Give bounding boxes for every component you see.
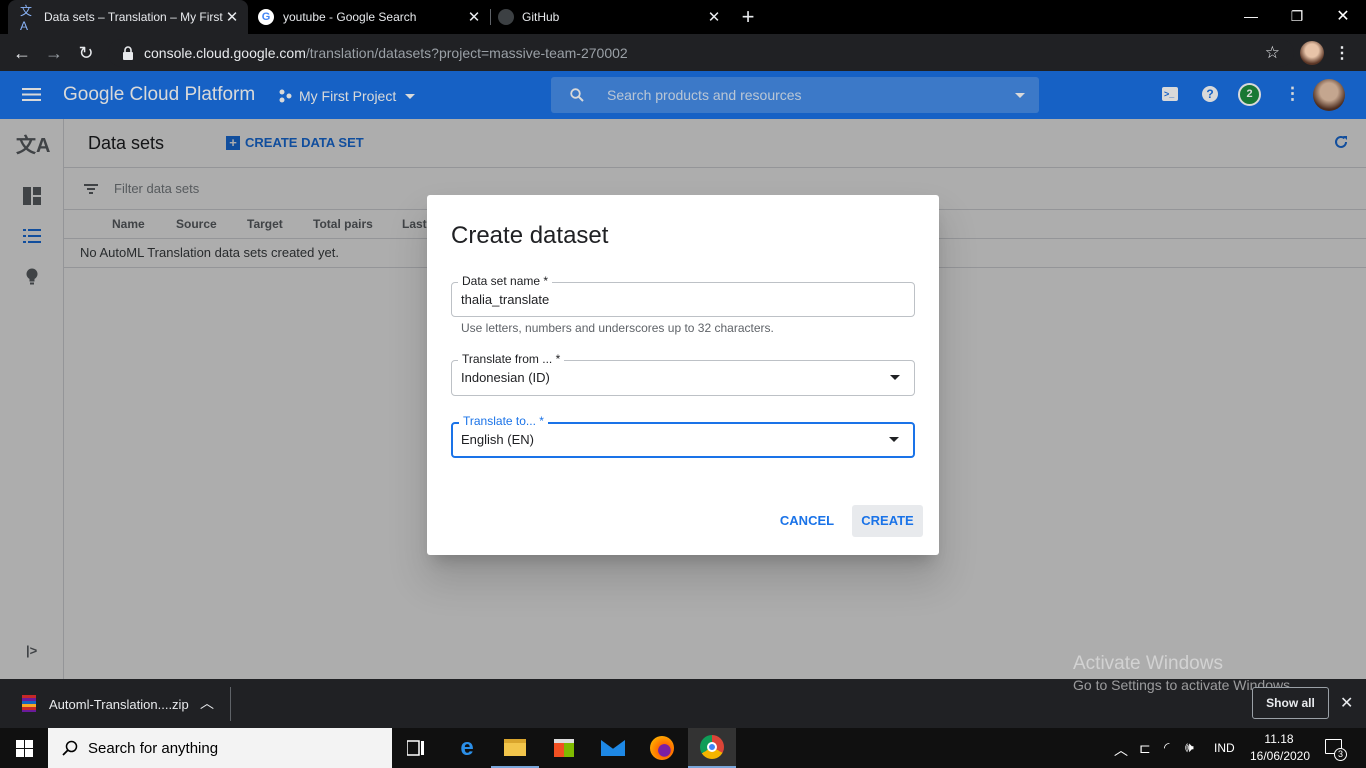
tab-youtube-search[interactable]: G youtube - Google Search ✕ [250, 0, 490, 34]
forward-arrow-icon[interactable]: → [41, 40, 67, 66]
browser-menu-icon[interactable]: ⋮ [1334, 43, 1350, 63]
restore-icon[interactable]: ❐ [1274, 0, 1320, 32]
tab-data-sets[interactable]: 文A Data sets – Translation – My First ✕ [8, 0, 248, 34]
dropdown-arrow-icon [890, 375, 900, 380]
windows-start-icon[interactable] [16, 740, 33, 757]
lock-icon [123, 46, 133, 60]
github-favicon-icon [498, 9, 514, 25]
network-icon[interactable]: ⊏ [1139, 740, 1151, 757]
translate-to-value: English (EN) [461, 432, 534, 447]
tab-title: GitHub [522, 10, 560, 24]
file-explorer-icon[interactable] [491, 728, 539, 768]
reload-icon[interactable]: ↻ [73, 40, 99, 66]
tab-title: Data sets – Translation – My First [44, 10, 223, 24]
close-tab-icon[interactable]: ✕ [466, 8, 482, 26]
activate-windows-title: Activate Windows [1073, 653, 1223, 674]
translate-to-label: Translate to... * [459, 414, 548, 428]
create-dataset-dialog: Create dataset Data set name * thalia_tr… [427, 195, 939, 555]
show-all-button[interactable]: Show all [1252, 687, 1329, 719]
mail-icon[interactable] [589, 728, 637, 768]
downloads-bar: Automl-Translation....zip ︿ Activate Win… [0, 653, 1366, 728]
translate-from-select[interactable]: Translate from ... * Indonesian (ID) [451, 352, 915, 396]
profile-avatar[interactable] [1300, 41, 1324, 65]
dataset-name-label: Data set name * [458, 274, 553, 288]
tab-divider [490, 9, 491, 25]
new-tab-icon[interactable]: + [736, 4, 760, 29]
taskbar-search-input[interactable]: Search for anything [88, 740, 218, 757]
close-downloads-icon[interactable]: ✕ [1340, 693, 1353, 713]
store-icon[interactable] [540, 728, 588, 768]
windows-taskbar: Search for anything e ︿ ⊏ ◜ 🕪 IND 11.18 … [0, 728, 1366, 768]
clock-time[interactable]: 11.18 [1250, 732, 1308, 746]
divider [230, 687, 231, 721]
dialog-title: Create dataset [451, 222, 609, 249]
dataset-name-hint: Use letters, numbers and underscores up … [461, 321, 774, 335]
show-hidden-icons-icon[interactable]: ︿ [1114, 740, 1128, 760]
browser-tab-strip: 文A Data sets – Translation – My First ✕ … [0, 0, 1366, 34]
taskbar-search-box[interactable]: Search for anything [48, 728, 392, 768]
browser-toolbar: ← → ↻ console.cloud.google.com/translati… [0, 34, 1366, 71]
chevron-up-icon[interactable]: ︿ [200, 693, 214, 713]
close-tab-icon[interactable]: ✕ [706, 8, 722, 26]
back-arrow-icon[interactable]: ← [9, 40, 35, 66]
url-path: /translation/datasets?project=massive-te… [305, 45, 628, 61]
translate-favicon-icon: 文A [20, 3, 33, 33]
volume-icon[interactable]: 🕪 [1185, 739, 1194, 756]
google-favicon-icon: G [258, 9, 274, 25]
task-view-icon[interactable] [392, 728, 440, 768]
chrome-icon[interactable] [688, 728, 736, 768]
edge-browser-icon[interactable]: e [443, 728, 491, 768]
header-dim [0, 71, 1366, 119]
window-close-icon[interactable]: ✕ [1320, 0, 1366, 32]
download-filename[interactable]: Automl-Translation....zip [49, 697, 189, 712]
translate-to-select[interactable]: Translate to... * English (EN) [451, 414, 915, 458]
wifi-icon[interactable]: ◜ [1164, 739, 1169, 756]
tab-title: youtube - Google Search [283, 10, 417, 24]
action-center-badge: 3 [1334, 748, 1347, 761]
zip-archive-icon [22, 695, 36, 712]
translate-from-label: Translate from ... * [458, 352, 565, 366]
clock-date[interactable]: 16/06/2020 [1248, 749, 1312, 763]
bookmark-star-icon[interactable]: ☆ [1265, 43, 1280, 63]
create-button[interactable]: CREATE [852, 505, 923, 537]
input-language[interactable]: IND [1214, 741, 1235, 755]
dropdown-arrow-icon [889, 437, 899, 442]
minimize-icon[interactable]: — [1228, 0, 1274, 32]
search-icon [62, 740, 78, 756]
dataset-name-field[interactable]: Data set name * thalia_translate [451, 274, 915, 317]
cancel-button[interactable]: CANCEL [773, 505, 841, 537]
tab-github[interactable]: GitHub ✕ [492, 0, 730, 34]
translate-from-value: Indonesian (ID) [461, 370, 550, 385]
firefox-icon[interactable] [638, 728, 686, 768]
close-tab-icon[interactable]: ✕ [224, 8, 240, 26]
url-host: console.cloud.google.com [144, 45, 306, 61]
dataset-name-input[interactable]: thalia_translate [461, 292, 549, 307]
address-bar[interactable]: console.cloud.google.com/translation/dat… [108, 39, 1294, 67]
